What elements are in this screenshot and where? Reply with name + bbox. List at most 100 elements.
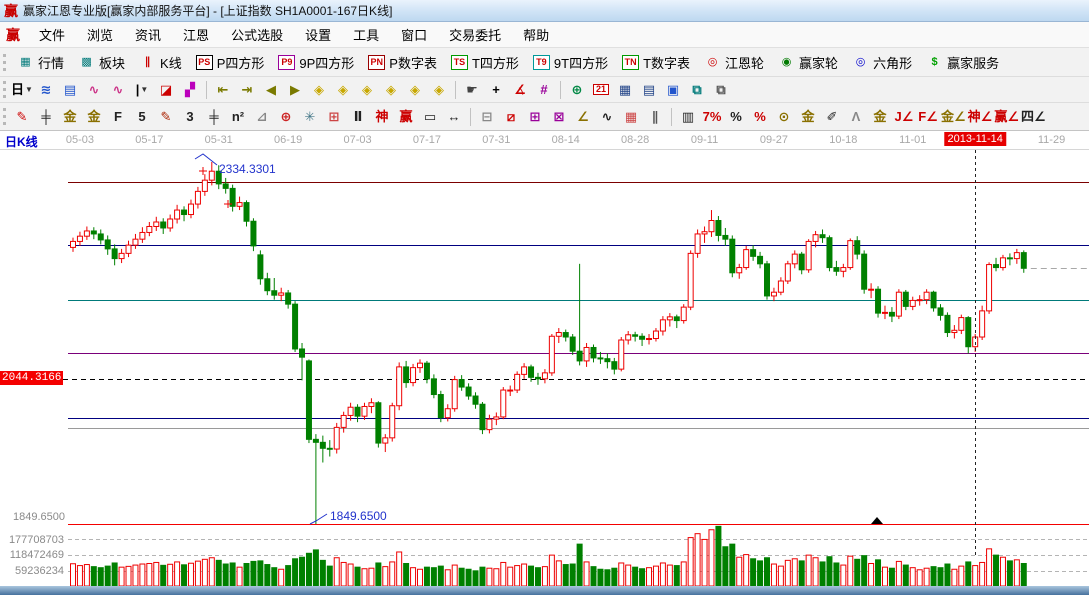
candle-body[interactable] xyxy=(917,300,922,301)
candle-body[interactable] xyxy=(952,330,957,332)
volume-bar[interactable] xyxy=(806,555,811,586)
volume-bar[interactable] xyxy=(730,544,735,586)
volume-bar[interactable] xyxy=(1021,563,1026,586)
candle-body[interactable] xyxy=(751,250,756,257)
volume-bar[interactable] xyxy=(487,568,492,586)
volume-bar[interactable] xyxy=(980,562,985,586)
volume-bar[interactable] xyxy=(737,557,742,586)
volume-bar[interactable] xyxy=(300,557,305,586)
volume-bar[interactable] xyxy=(306,553,311,586)
volume-bar[interactable] xyxy=(716,526,721,586)
tool-angle-f[interactable]: F∠ xyxy=(917,107,939,127)
volume-bar[interactable] xyxy=(653,566,658,586)
candle-body[interactable] xyxy=(154,222,159,226)
volume-bar[interactable] xyxy=(244,563,249,586)
volume-bar[interactable] xyxy=(633,567,638,586)
tool-mark-pen[interactable]: ✐ xyxy=(821,107,843,127)
candle-body[interactable] xyxy=(529,367,534,377)
candle-body[interactable] xyxy=(1014,253,1019,259)
menu-item-formula-stock-pick[interactable]: 公式选股 xyxy=(220,24,294,47)
candle-body[interactable] xyxy=(723,235,728,239)
volume-bar[interactable] xyxy=(293,559,298,586)
volume-bar[interactable] xyxy=(709,530,714,586)
candle-body[interactable] xyxy=(480,404,485,429)
volume-bar[interactable] xyxy=(855,559,860,586)
candle-body[interactable] xyxy=(626,335,631,340)
candle-body[interactable] xyxy=(640,336,645,339)
volume-bar[interactable] xyxy=(362,569,367,586)
menu-item-help[interactable]: 帮助 xyxy=(512,24,560,47)
volume-bar[interactable] xyxy=(605,570,610,586)
volume-bar[interactable] xyxy=(577,544,582,586)
candle-body[interactable] xyxy=(355,407,360,416)
candle-body[interactable] xyxy=(77,236,82,241)
volume-bar[interactable] xyxy=(813,558,818,586)
volume-bar[interactable] xyxy=(84,565,89,586)
volume-bar[interactable] xyxy=(765,558,770,586)
volume-bar[interactable] xyxy=(126,566,131,586)
volume-bar[interactable] xyxy=(771,564,776,586)
candle-body[interactable] xyxy=(91,231,96,234)
candle-body[interactable] xyxy=(681,307,686,320)
tool-ma-3[interactable]: ∿ xyxy=(83,80,105,100)
tool-gann-circle[interactable]: ⊕ xyxy=(275,107,297,127)
tool-gold-ring[interactable]: ⊙ xyxy=(773,107,795,127)
tool-ab-wave[interactable]: Λ xyxy=(845,107,867,127)
volume-bar[interactable] xyxy=(445,570,450,586)
candle-body[interactable] xyxy=(591,347,596,357)
tool-angle-j[interactable]: J∠ xyxy=(893,107,915,127)
candle-body[interactable] xyxy=(258,255,263,279)
candle-body[interactable] xyxy=(896,292,901,316)
tool-expand-all[interactable]: ◈ xyxy=(428,80,450,100)
tool-volume-profile[interactable]: ▞ xyxy=(179,80,201,100)
candle-body[interactable] xyxy=(584,347,589,360)
volume-bar[interactable] xyxy=(161,565,166,586)
tool-percent-levels[interactable]: % xyxy=(749,107,771,127)
candle-body[interactable] xyxy=(938,308,943,315)
candle-body[interactable] xyxy=(175,210,180,219)
volume-bar[interactable] xyxy=(535,568,540,586)
tool-percent-7[interactable]: 7% xyxy=(701,107,723,127)
candle-body[interactable] xyxy=(424,363,429,379)
volume-bar[interactable] xyxy=(945,564,950,586)
volume-bar[interactable] xyxy=(869,563,874,586)
menu-item-trade-order[interactable]: 交易委托 xyxy=(438,24,512,47)
candle-body[interactable] xyxy=(966,318,971,347)
volume-bar[interactable] xyxy=(973,566,978,586)
candle-body[interactable] xyxy=(341,415,346,427)
volume-bar[interactable] xyxy=(202,559,207,586)
candle-body[interactable] xyxy=(535,377,540,378)
volume-bar[interactable] xyxy=(77,566,82,586)
candle-body[interactable] xyxy=(994,265,999,268)
tool-connection[interactable]: ⧉ xyxy=(710,80,732,100)
volume-bar[interactable] xyxy=(452,565,457,586)
toolbar-button-quotes[interactable]: ▦行情 xyxy=(10,51,71,74)
tool-save[interactable]: ▣ xyxy=(662,80,684,100)
volume-bar[interactable] xyxy=(313,550,318,586)
candle-body[interactable] xyxy=(667,317,672,320)
volume-bar[interactable] xyxy=(529,566,534,586)
volume-bar[interactable] xyxy=(931,567,936,586)
volume-bar[interactable] xyxy=(778,566,783,586)
tool-chart-pattern[interactable]: ◪ xyxy=(155,80,177,100)
tool-angle-win[interactable]: 赢∠ xyxy=(994,107,1019,127)
volume-bar[interactable] xyxy=(383,567,388,586)
tool-go-first[interactable]: ⇤ xyxy=(212,80,234,100)
candle-body[interactable] xyxy=(112,249,117,259)
volume-bar[interactable] xyxy=(591,567,596,586)
tool-wave-5[interactable]: 5 xyxy=(131,107,153,127)
candle-body[interactable] xyxy=(161,222,166,228)
volume-bar[interactable] xyxy=(758,561,763,586)
candle-body[interactable] xyxy=(195,191,200,204)
tool-expand-horizontal[interactable]: ◈ xyxy=(380,80,402,100)
candle-body[interactable] xyxy=(716,221,721,236)
tool-trend-lines[interactable]: ∠ xyxy=(572,107,594,127)
candle-body[interactable] xyxy=(1007,258,1012,259)
volume-bar[interactable] xyxy=(411,568,416,586)
candle-body[interactable] xyxy=(542,373,547,379)
tool-angle-gold[interactable]: 金∠ xyxy=(941,107,966,127)
volume-bar[interactable] xyxy=(994,555,999,586)
candle-body[interactable] xyxy=(348,407,353,415)
volume-bar[interactable] xyxy=(140,564,145,586)
toolbar-drag-handle[interactable] xyxy=(3,81,6,98)
